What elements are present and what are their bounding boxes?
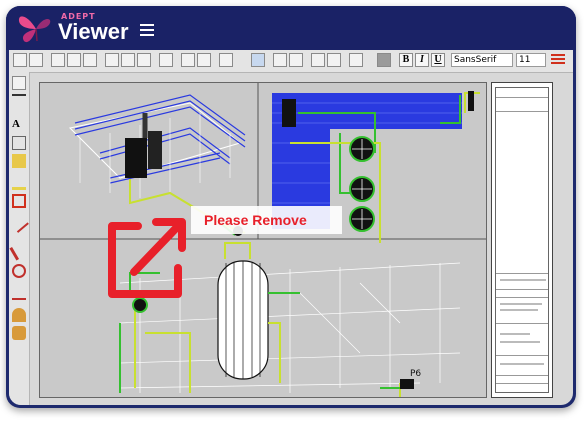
font-family-select[interactable]: SansSerif bbox=[451, 53, 513, 67]
line-tool-icon[interactable] bbox=[9, 213, 29, 233]
stamp-tool-icon[interactable] bbox=[12, 308, 26, 322]
zoom-extents-icon[interactable] bbox=[289, 53, 303, 67]
polyline-icon[interactable] bbox=[12, 286, 26, 300]
menu-icon[interactable] bbox=[140, 24, 154, 36]
stamp-icon[interactable] bbox=[327, 53, 341, 67]
annotation-label: Please Remove bbox=[204, 212, 307, 228]
app-header: ADEPT Viewer bbox=[6, 6, 576, 50]
single-view-icon[interactable] bbox=[105, 53, 119, 67]
signature-icon[interactable] bbox=[12, 326, 26, 340]
drawing-label-p6: P6 bbox=[410, 369, 421, 379]
font-size-select[interactable]: 11 bbox=[516, 53, 546, 67]
print-icon[interactable] bbox=[51, 53, 65, 67]
split-view-icon[interactable] bbox=[121, 53, 135, 67]
app-window: ADEPT Viewer B I U SansSerif 11 A P6 Ple… bbox=[6, 6, 576, 408]
text-box-icon[interactable] bbox=[12, 136, 26, 150]
tree-tool-icon[interactable] bbox=[29, 53, 43, 67]
markup-sidebar: A bbox=[9, 72, 30, 405]
pen-tool-icon[interactable] bbox=[9, 241, 29, 261]
bold-button[interactable]: B bbox=[399, 53, 413, 67]
pan-hand-icon[interactable] bbox=[181, 53, 195, 67]
drawing-title-block bbox=[491, 82, 553, 398]
line-style-icon[interactable] bbox=[551, 54, 565, 66]
main-toolbar: B I U SansSerif 11 bbox=[9, 50, 573, 73]
star-tool-icon[interactable] bbox=[197, 53, 211, 67]
expand-arrow-annotation-icon bbox=[108, 218, 186, 298]
butterfly-logo-icon bbox=[18, 16, 51, 43]
dimension-icon[interactable] bbox=[12, 94, 26, 108]
layers-icon[interactable] bbox=[311, 53, 325, 67]
zoom-window-icon[interactable] bbox=[251, 53, 265, 67]
underline-button[interactable]: U bbox=[431, 53, 445, 67]
app-title: Viewer bbox=[58, 19, 129, 44]
highlighter-icon[interactable] bbox=[12, 176, 26, 190]
compare-view-icon[interactable] bbox=[137, 53, 151, 67]
text-tool-icon[interactable]: A bbox=[12, 118, 26, 132]
note-icon[interactable] bbox=[12, 154, 26, 168]
fill-color-icon[interactable] bbox=[377, 53, 391, 67]
link-tool-icon[interactable] bbox=[12, 264, 26, 278]
pencil-tool-icon[interactable] bbox=[13, 53, 27, 67]
italic-button[interactable]: I bbox=[415, 53, 429, 67]
print-preview-icon[interactable] bbox=[67, 53, 81, 67]
fit-move-icon[interactable] bbox=[273, 53, 287, 67]
copy-icon[interactable] bbox=[83, 53, 97, 67]
refresh-icon[interactable] bbox=[159, 53, 173, 67]
markup-tool-icon[interactable] bbox=[219, 53, 233, 67]
measure-icon[interactable] bbox=[349, 53, 363, 67]
select-arrow-icon[interactable] bbox=[12, 76, 26, 90]
rectangle-icon[interactable] bbox=[12, 194, 26, 208]
